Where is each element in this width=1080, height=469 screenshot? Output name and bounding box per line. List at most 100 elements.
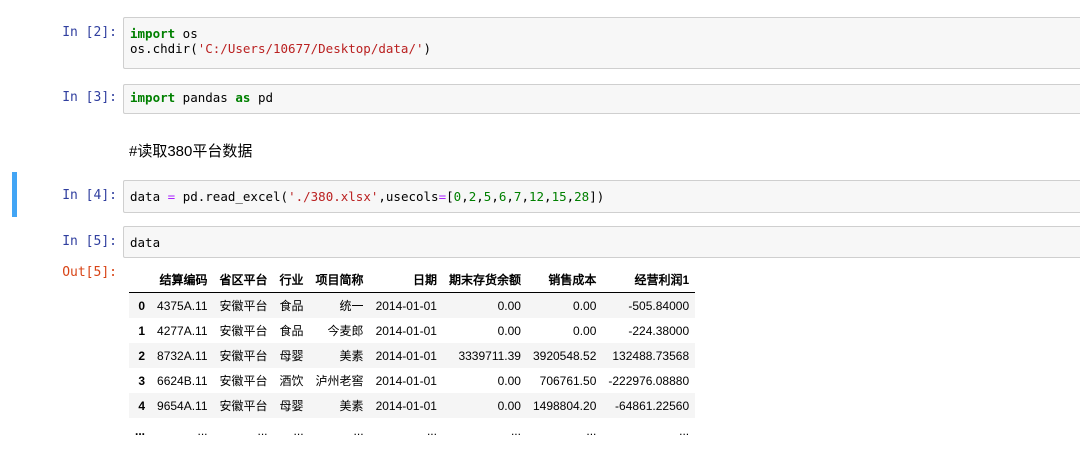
code-input[interactable]: import os os.chdir('C:/Users/10677/Deskt… [123, 17, 1080, 69]
table-cell: 1498804.20 [532, 398, 597, 413]
table-cell: 母婴 [279, 399, 304, 413]
code-text: pd.read_excel( [175, 189, 289, 204]
table-cell: 8732A.11 [157, 348, 208, 363]
row-index: 4 [138, 398, 146, 413]
column-header: 项目简称 [309, 267, 370, 293]
code-text: os.chdir( [130, 41, 198, 56]
code-text: data [130, 189, 168, 204]
table-cell: 安徽平台 [219, 399, 268, 413]
code-text: ]) [589, 189, 605, 204]
input-prompt: In [4]: [62, 188, 117, 203]
table-cell: 酒饮 [279, 374, 304, 388]
table-cell: 3920548.52 [532, 348, 597, 363]
table-cell: 0.00 [573, 298, 597, 313]
number-literal: 15 [551, 189, 567, 204]
table-cell: 今麦郎 [327, 324, 364, 338]
table-row: 4 9654A.11 安徽平台 母婴 美素 2014-01-01 0.00 1498804.2… [129, 393, 696, 418]
code-input[interactable]: import pandas as pd [123, 84, 1080, 114]
column-header [129, 267, 152, 293]
table-row: 2 8732A.11 安徽平台 母婴 美素 2014-01-01 3339711.39 392… [129, 343, 696, 368]
code-text: os [175, 26, 198, 41]
column-header: 期末存货余额 [442, 267, 527, 293]
table-cell: 9654A.11 [157, 398, 208, 413]
code-text: data [130, 235, 161, 250]
table-cell: 2014-01-01 [375, 348, 437, 363]
table-cell: 2014-01-01 [375, 323, 437, 338]
table-cell: 706761.50 [539, 373, 597, 388]
table-cell: 安徽平台 [219, 374, 268, 388]
code-input[interactable]: data [123, 226, 1080, 258]
column-header: 省区平台 [213, 267, 274, 293]
table-cell: -505.84000 [628, 298, 690, 313]
table-cell: 美素 [339, 399, 364, 413]
table-row: 3 6624B.11 安徽平台 酒饮 泸州老窖 2014-01-01 0.00 706761.… [129, 368, 695, 393]
code-text: ) [423, 41, 432, 56]
table-cell: 食品 [279, 324, 304, 338]
row-index: 1 [138, 323, 146, 338]
table-cell: 6624B.11 [157, 373, 208, 388]
column-header: 经营利润1 [602, 267, 696, 293]
table-cell: 2014-01-01 [375, 398, 437, 413]
table-cell: 4375A.11 [157, 298, 208, 313]
keyword: as [235, 90, 251, 105]
code-text: pd [250, 90, 274, 105]
keyword: import [130, 26, 176, 41]
table-cell: ... [197, 423, 208, 438]
keyword: import [130, 90, 176, 105]
table-cell: 0.00 [497, 298, 521, 313]
table-cell: -222976.08880 [608, 373, 690, 388]
string-literal: 'C:/Users/10677/Desktop/data/' [197, 41, 424, 56]
table-cell: 0.00 [573, 323, 597, 338]
table-cell: ... [426, 423, 437, 438]
table-row: 0 4375A.11 安徽平台 食品 统一 2014-01-01 0.00 0.00 -505.… [129, 292, 696, 318]
number-literal: 12 [528, 189, 545, 204]
row-index: 3 [138, 373, 146, 388]
string-literal: './380.xlsx' [288, 189, 379, 204]
table-cell: 132488.73568 [612, 348, 690, 363]
code-text: pandas [175, 90, 236, 105]
row-index: ... [135, 423, 146, 438]
number-literal: 28 [574, 189, 590, 204]
table-cell: -64861.22560 [615, 398, 690, 413]
output-prompt: Out[5]: [62, 265, 117, 280]
table-cell: 2014-01-01 [375, 298, 437, 313]
table-cell: 0.00 [497, 398, 521, 413]
table-cell: 4277A.11 [157, 323, 208, 338]
table-cell: 食品 [279, 299, 304, 313]
table-header-row: 结算编码 省区平台 行业 项目简称 日期 期末存货余额 销售成本 经营利润1 [129, 267, 696, 293]
table-cell: ... [679, 423, 690, 438]
code-text: ,usecols [378, 189, 439, 204]
table-cell: 0.00 [497, 323, 521, 338]
table-row: ........................... [129, 418, 695, 443]
table-cell: ... [257, 423, 268, 438]
table-cell: -224.38000 [628, 323, 690, 338]
table-cell: 3339711.39 [458, 348, 521, 363]
input-prompt: In [5]: [62, 234, 117, 249]
table-cell: 母婴 [279, 349, 304, 363]
table-cell: 安徽平台 [219, 324, 268, 338]
table-cell: 美素 [339, 349, 364, 363]
row-index: 2 [138, 348, 146, 363]
table-cell: ... [510, 423, 521, 438]
usecols-list: 0,2,5,6,7,12,15,28 [453, 189, 590, 204]
table-cell: 2014-01-01 [375, 373, 437, 388]
table-cell: ... [353, 423, 364, 438]
markdown-cell: #读取380平台数据 [129, 143, 253, 160]
operator: = [438, 189, 447, 204]
table-cell: ... [586, 423, 597, 438]
table-cell: ... [293, 423, 304, 438]
column-header: 销售成本 [526, 267, 603, 293]
table-cell: 0.00 [497, 373, 521, 388]
row-index: 0 [138, 298, 146, 313]
dataframe-output: 结算编码 省区平台 行业 项目简称 日期 期末存货余额 销售成本 经营利润1 0 4375A.1… [129, 267, 696, 443]
table-row: 1 4277A.11 安徽平台 食品 今麦郎 2014-01-01 0.00 0.00 -224… [129, 318, 695, 343]
table-cell: 安徽平台 [219, 349, 268, 363]
table-cell: 泸州老窖 [315, 374, 364, 388]
table-cell: 统一 [339, 299, 364, 313]
input-prompt: In [3]: [62, 90, 117, 105]
column-header: 结算编码 [151, 267, 214, 293]
column-header: 日期 [369, 267, 443, 293]
code-text: [ [446, 189, 454, 204]
input-prompt: In [2]: [62, 25, 117, 40]
code-input[interactable]: data = pd.read_excel('./380.xlsx',usecol… [123, 180, 1080, 213]
